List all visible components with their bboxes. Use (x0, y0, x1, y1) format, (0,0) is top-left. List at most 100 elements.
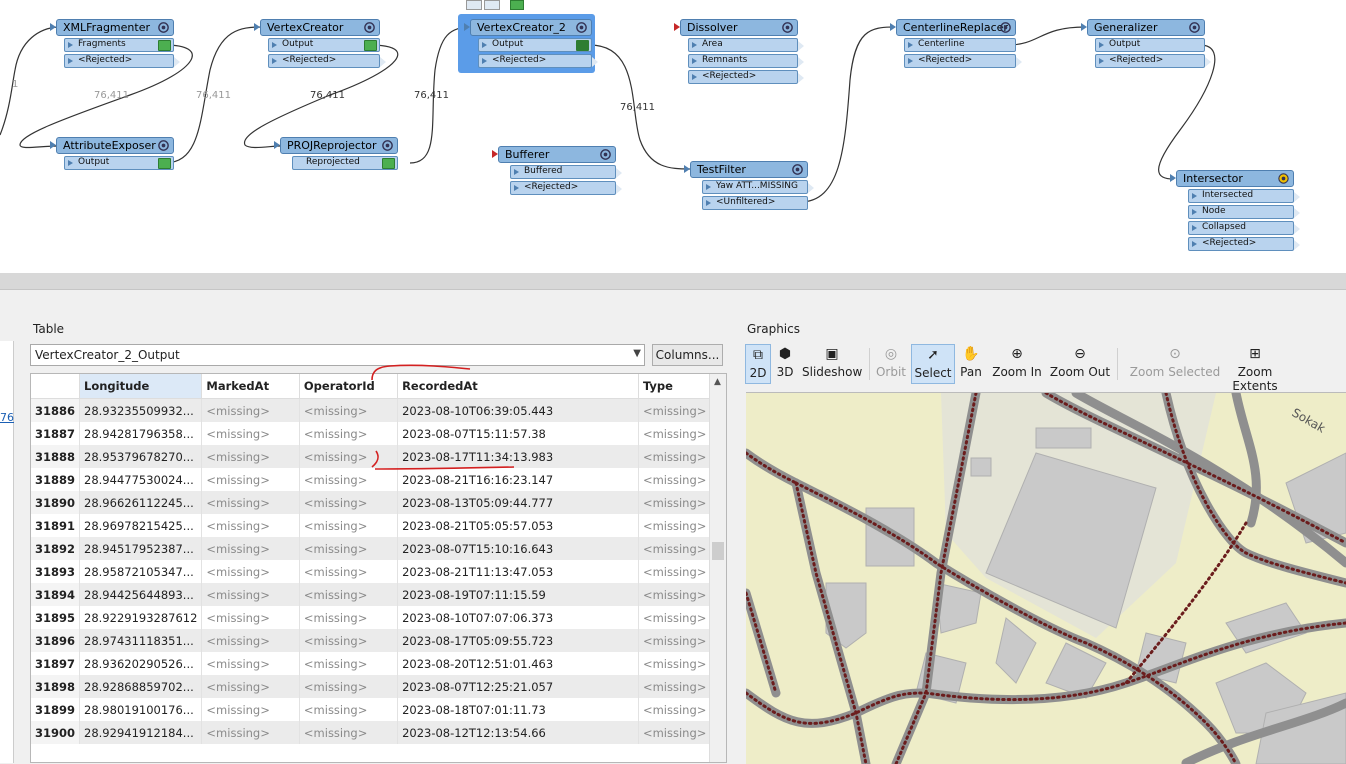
table-row[interactable]: 31897 28.93620290526... <missing> <missing>… (31, 652, 726, 675)
gear-icon[interactable] (575, 21, 588, 34)
cell-longitude[interactable]: 28.92868859702... (79, 675, 203, 698)
cell-markedat[interactable]: <missing> (201, 468, 300, 491)
row-number[interactable]: 31893 (31, 560, 81, 583)
run-to-icon[interactable] (466, 0, 482, 10)
cell-longitude[interactable]: 28.97431118351... (79, 629, 203, 652)
scrollbar-thumb[interactable] (712, 542, 724, 560)
row-number[interactable]: 31886 (31, 398, 81, 422)
column-header-longitude[interactable]: Longitude (79, 374, 203, 399)
gear-icon[interactable] (781, 21, 794, 34)
left-collapsed-pane[interactable]: 76 (0, 341, 14, 763)
inspect-icon[interactable] (510, 0, 524, 10)
cell-recordedat[interactable]: 2023-08-07T15:11:57.38 (397, 422, 639, 445)
workspace-canvas[interactable]: 1 76,411 76,411 76,411 76,411 76,411 XML… (0, 0, 1346, 273)
output-port-rejected[interactable]: <Rejected> (1188, 237, 1300, 251)
transformer-vertexcreator-2[interactable]: VertexCreator_2 Output <Rejected> (464, 19, 598, 68)
output-port-rejected[interactable]: <Rejected> (478, 54, 598, 68)
zoom-out-button[interactable]: ⊖ Zoom Out (1049, 344, 1111, 384)
transformer-centerlinereplacer[interactable]: CenterlineReplacer Centerline <Rejected> (890, 19, 1022, 68)
cell-markedat[interactable]: <missing> (201, 675, 300, 698)
gear-icon[interactable] (157, 139, 170, 152)
row-number[interactable]: 31896 (31, 629, 81, 652)
table-row[interactable]: 31900 28.92941912184... <missing> <missing>… (31, 721, 726, 744)
zoom-selected-button[interactable]: ⊙ Zoom Selected (1123, 344, 1227, 384)
pan-button[interactable]: ✋ Pan (958, 344, 984, 384)
cell-operatorid[interactable]: <missing> (299, 468, 399, 491)
cell-recordedat[interactable]: 2023-08-10T07:07:06.373 (397, 606, 639, 629)
row-number[interactable]: 31887 (31, 422, 81, 445)
table-row[interactable]: 31892 28.94517952387... <missing> <missing>… (31, 537, 726, 560)
row-number[interactable]: 31889 (31, 468, 81, 491)
row-number[interactable]: 31890 (31, 491, 81, 514)
gear-icon[interactable] (1188, 21, 1201, 34)
cell-operatorid[interactable]: <missing> (299, 422, 399, 445)
2d-button[interactable]: ⧉ 2D (745, 344, 771, 384)
output-port-output[interactable]: Output (478, 38, 592, 52)
cell-markedat[interactable]: <missing> (201, 583, 300, 606)
chevron-down-icon[interactable]: ▼ (633, 348, 641, 359)
cell-operatorid[interactable]: <missing> (299, 652, 399, 675)
cell-markedat[interactable]: <missing> (201, 445, 300, 468)
select-button[interactable]: ➚ Select (911, 344, 955, 384)
inspect-icon[interactable] (364, 40, 377, 51)
table-row[interactable]: 31887 28.94281796358... <missing> <missing>… (31, 422, 726, 445)
cell-markedat[interactable]: <missing> (201, 698, 300, 721)
cell-markedat[interactable]: <missing> (201, 422, 300, 445)
row-number[interactable]: 31898 (31, 675, 81, 698)
cell-longitude[interactable]: 28.94517952387... (79, 537, 203, 560)
output-port-buffered[interactable]: Buffered (510, 165, 622, 179)
cell-markedat[interactable]: <missing> (201, 652, 300, 675)
inspect-icon[interactable] (158, 40, 171, 51)
gear-icon[interactable] (599, 148, 612, 161)
cell-recordedat[interactable]: 2023-08-10T06:39:05.443 (397, 398, 639, 422)
zoom-extents-button[interactable]: ⊞ Zoom Extents (1215, 344, 1295, 393)
feature-table[interactable]: Longitude MarkedAt OperatorId RecordedAt… (30, 373, 727, 763)
cell-operatorid[interactable]: <missing> (299, 445, 399, 468)
output-port-yaw-missing[interactable]: Yaw ATT...MISSING (702, 180, 814, 194)
pane-splitter[interactable] (0, 273, 1346, 290)
row-number[interactable]: 31894 (31, 583, 81, 606)
cell-longitude[interactable]: 28.94281796358... (79, 422, 203, 445)
output-port-remnants[interactable]: Remnants (688, 54, 804, 68)
output-port-collapsed[interactable]: Collapsed (1188, 221, 1300, 235)
output-port-output[interactable]: Output (268, 38, 380, 52)
transformer-projreprojector[interactable]: PROJReprojector Reprojected (274, 137, 398, 170)
cell-recordedat[interactable]: 2023-08-21T05:05:57.053 (397, 514, 639, 537)
transformer-bufferer[interactable]: Bufferer Buffered <Rejected> (492, 146, 622, 195)
row-number[interactable]: 31888 (31, 445, 81, 468)
inspect-icon[interactable] (382, 158, 395, 169)
cell-operatorid[interactable]: <missing> (299, 675, 399, 698)
cell-recordedat[interactable]: 2023-08-17T11:34:13.983 (397, 445, 639, 468)
cell-markedat[interactable]: <missing> (201, 560, 300, 583)
cell-operatorid[interactable]: <missing> (299, 491, 399, 514)
cell-recordedat[interactable]: 2023-08-07T15:10:16.643 (397, 537, 639, 560)
output-port-rejected[interactable]: <Rejected> (510, 181, 622, 195)
cell-recordedat[interactable]: 2023-08-19T07:11:15.59 (397, 583, 639, 606)
table-row[interactable]: 31896 28.97431118351... <missing> <missing>… (31, 629, 726, 652)
left-pane-link[interactable]: 76 (0, 411, 14, 424)
gear-icon[interactable] (791, 163, 804, 176)
inspect-icon[interactable] (158, 158, 171, 169)
cell-longitude[interactable]: 28.9229193287612 (79, 606, 203, 629)
output-port-rejected[interactable]: <Rejected> (688, 70, 804, 84)
gear-icon[interactable] (157, 21, 170, 34)
cell-operatorid[interactable]: <missing> (299, 629, 399, 652)
output-port-fragments[interactable]: Fragments (64, 38, 174, 52)
map-canvas[interactable]: Sokak (746, 393, 1346, 764)
cell-recordedat[interactable]: 2023-08-21T11:13:47.053 (397, 560, 639, 583)
output-port-unfiltered[interactable]: <Unfiltered> (702, 196, 808, 210)
row-number[interactable]: 31899 (31, 698, 81, 721)
zoom-in-button[interactable]: ⊕ Zoom In (991, 344, 1043, 384)
column-header-recordedat[interactable]: RecordedAt (397, 374, 639, 399)
table-row[interactable]: 31899 28.98019100176... <missing> <missing>… (31, 698, 726, 721)
slideshow-button[interactable]: ▣ Slideshow (802, 344, 862, 384)
transformer-xmlfragmenter[interactable]: XMLFragmenter Fragments <Rejected> (50, 19, 180, 68)
inspect-active-icon[interactable] (576, 40, 589, 51)
table-row[interactable]: 31894 28.94425644893... <missing> <missing>… (31, 583, 726, 606)
table-row[interactable]: 31890 28.96626112245... <missing> <missing>… (31, 491, 726, 514)
vertical-scrollbar[interactable]: ▲ (709, 374, 726, 762)
cell-longitude[interactable]: 28.92941912184... (79, 721, 203, 744)
cell-operatorid[interactable]: <missing> (299, 721, 399, 744)
output-port-output[interactable]: Output (64, 156, 174, 170)
cell-longitude[interactable]: 28.93620290526... (79, 652, 203, 675)
